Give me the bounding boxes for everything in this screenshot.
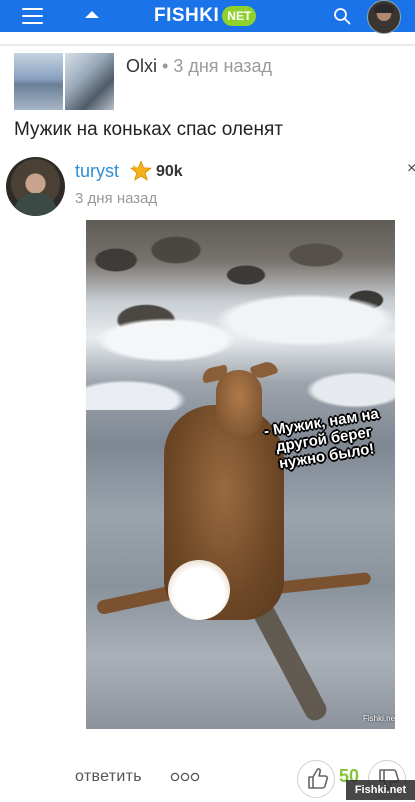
site-logo[interactable]: FISHKI NET — [154, 5, 257, 27]
comment-author[interactable]: turyst — [75, 161, 119, 182]
close-icon[interactable]: × — [407, 160, 415, 178]
commenter-avatar[interactable] — [6, 157, 65, 216]
logo-text: FISHKI — [154, 5, 220, 26]
post-author[interactable]: Olxi — [126, 56, 157, 76]
like-button[interactable] — [297, 760, 335, 798]
post-title[interactable]: Мужик на коньках спас оленят — [14, 119, 283, 141]
top-app-bar: FISHKI NET — [0, 0, 415, 34]
corner-watermark: Fishki.net — [346, 780, 415, 800]
meta-separator: • — [162, 56, 169, 76]
star-icon — [130, 161, 152, 181]
post-time: 3 дня назад — [173, 56, 273, 76]
image-caption: - Мужик, нам на другой берег нужно было! — [262, 405, 380, 473]
author-rating: 90k — [156, 163, 183, 180]
image-watermark: Fishki.net — [363, 714, 395, 723]
thumbs-up-icon — [308, 768, 329, 789]
comment-time: 3 дня назад — [75, 190, 158, 207]
more-options-icon[interactable] — [170, 772, 200, 782]
search-icon[interactable] — [333, 7, 351, 25]
logo-badge: NET — [222, 6, 257, 26]
post-meta: Olxi • 3 дня назад — [126, 56, 272, 77]
user-avatar[interactable] — [367, 0, 401, 34]
hamburger-menu-icon[interactable] — [22, 8, 43, 24]
post-thumbnail[interactable] — [14, 53, 114, 110]
comment-image[interactable]: - Мужик, нам на другой берег нужно было!… — [86, 220, 395, 729]
header-divider — [0, 44, 415, 46]
scroll-up-icon[interactable] — [85, 11, 99, 18]
reply-button[interactable]: ответить — [75, 768, 142, 786]
